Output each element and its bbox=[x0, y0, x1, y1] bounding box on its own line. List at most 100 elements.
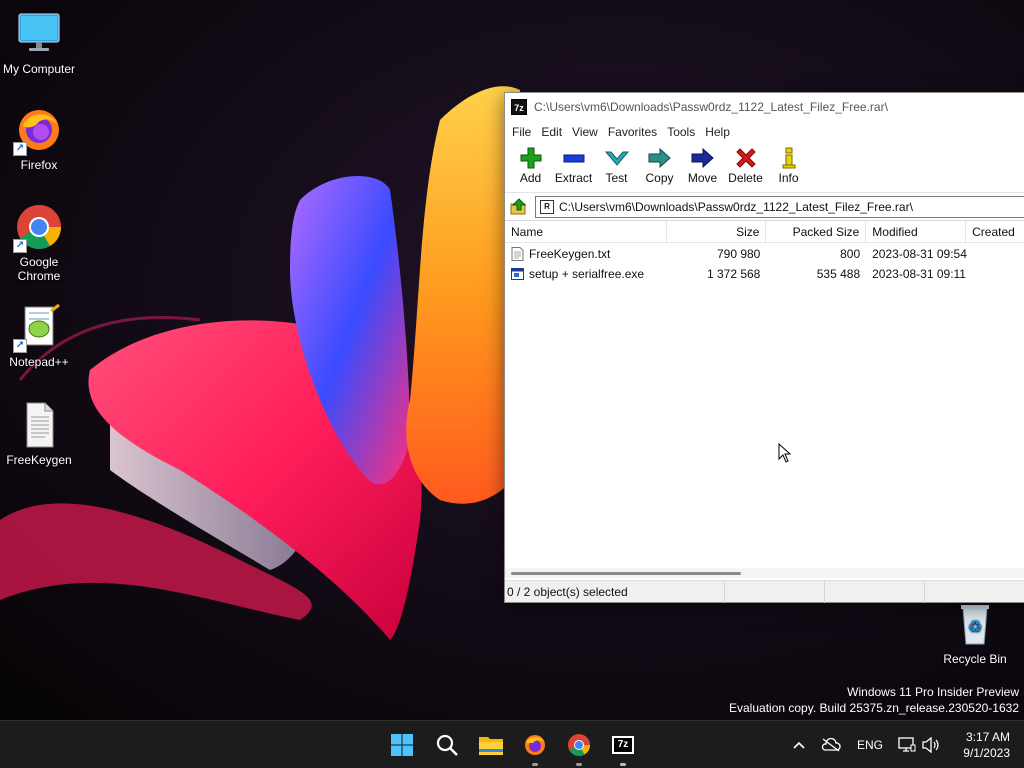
info-icon bbox=[777, 147, 801, 169]
file-name: FreeKeygen.txt bbox=[529, 247, 611, 261]
info-button[interactable]: Info bbox=[767, 143, 810, 185]
volume-button[interactable] bbox=[920, 721, 942, 768]
status-selection: 0 / 2 object(s) selected bbox=[505, 580, 725, 603]
network-icon bbox=[898, 737, 916, 752]
firefox-icon: ↗ bbox=[13, 106, 63, 156]
cloud-offline-icon bbox=[821, 738, 841, 752]
x-icon bbox=[734, 147, 758, 169]
column-size[interactable]: Size bbox=[667, 221, 767, 242]
chevron-up-icon bbox=[793, 741, 805, 749]
onedrive-button[interactable] bbox=[818, 721, 844, 768]
svg-text:♻: ♻ bbox=[968, 617, 982, 636]
folder-up-icon bbox=[510, 197, 527, 214]
status-cell bbox=[825, 580, 925, 603]
search-button[interactable] bbox=[431, 729, 463, 761]
7zip-icon: 7z bbox=[612, 736, 634, 754]
menu-favorites[interactable]: Favorites bbox=[603, 125, 662, 139]
shortcut-arrow-icon: ↗ bbox=[13, 339, 27, 353]
firefox-taskbar-button[interactable] bbox=[519, 729, 551, 766]
desktop-icon-notepadpp[interactable]: ↗ Notepad++ bbox=[1, 303, 77, 369]
menu-tools[interactable]: Tools bbox=[662, 125, 700, 139]
file-list: Name Size Packed Size Modified Created F… bbox=[505, 221, 1024, 568]
clock-date: 9/1/2023 bbox=[963, 746, 1010, 760]
desktop-icon-my-computer[interactable]: My Computer bbox=[1, 10, 77, 76]
start-button[interactable] bbox=[386, 729, 418, 761]
arrow-right-icon bbox=[691, 147, 715, 169]
7zip-app-icon: 7z bbox=[511, 99, 527, 115]
column-created[interactable]: Created bbox=[966, 221, 1024, 242]
menu-edit[interactable]: Edit bbox=[536, 125, 567, 139]
desktop-icon-label: Notepad++ bbox=[9, 355, 69, 369]
desktop-icon-firefox[interactable]: ↗ Firefox bbox=[1, 106, 77, 172]
table-row[interactable]: setup + serialfree.exe 1 372 568 535 488… bbox=[505, 264, 1024, 284]
taskbar: 7z ENG 3:17 AM 9/1/2023 bbox=[0, 720, 1024, 768]
add-label: Add bbox=[519, 171, 542, 185]
menu-file[interactable]: File bbox=[507, 125, 536, 139]
status-cell bbox=[725, 580, 825, 603]
menu-help[interactable]: Help bbox=[700, 125, 735, 139]
mouse-cursor-icon bbox=[778, 443, 792, 463]
check-icon bbox=[604, 147, 629, 169]
watermark-line: Evaluation copy. Build 25375.zn_release.… bbox=[729, 701, 1019, 715]
test-button[interactable]: Test bbox=[595, 143, 638, 185]
info-label: Info bbox=[778, 171, 799, 185]
text-file-icon bbox=[511, 247, 524, 261]
extract-button[interactable]: Extract bbox=[552, 143, 595, 185]
copy-button[interactable]: Copy bbox=[638, 143, 681, 185]
delete-button[interactable]: Delete bbox=[724, 143, 767, 185]
address-bar: R C:\Users\vm6\Downloads\Passw0rdz_1122_… bbox=[505, 193, 1024, 221]
file-name: setup + serialfree.exe bbox=[529, 267, 645, 281]
file-explorer-icon bbox=[479, 737, 503, 755]
minus-icon bbox=[562, 147, 586, 169]
double-arrow-icon bbox=[648, 147, 672, 169]
notepadpp-icon: ↗ bbox=[13, 303, 63, 353]
file-modified: 2023-08-31 09:54 bbox=[872, 247, 967, 261]
chrome-taskbar-button[interactable] bbox=[563, 729, 595, 766]
desktop-icon-recycle-bin[interactable]: ♻ Recycle Bin bbox=[937, 600, 1013, 666]
recycle-bin-icon: ♻ bbox=[951, 600, 999, 648]
desktop-icon-label: My Computer bbox=[2, 62, 76, 76]
column-modified[interactable]: Modified bbox=[866, 221, 967, 242]
toolbar: Add Extract Test Copy Move Delete Info bbox=[505, 143, 1024, 193]
desktop-icon-freekeygen[interactable]: FreeKeygen bbox=[1, 401, 77, 467]
language-indicator[interactable]: ENG bbox=[852, 721, 888, 768]
window-title: C:\Users\vm6\Downloads\Passw0rdz_1122_La… bbox=[534, 100, 888, 114]
path-input[interactable]: R C:\Users\vm6\Downloads\Passw0rdz_1122_… bbox=[535, 195, 1024, 218]
desktop-icon-label: Firefox bbox=[20, 158, 58, 172]
file-explorer-button[interactable] bbox=[475, 729, 507, 761]
clock-time: 3:17 AM bbox=[965, 730, 1010, 744]
file-size: 790 980 bbox=[716, 247, 761, 261]
column-header-row: Name Size Packed Size Modified Created bbox=[505, 221, 1024, 243]
file-packed-size: 535 488 bbox=[816, 267, 861, 281]
menu-bar: File Edit View Favorites Tools Help bbox=[505, 121, 1024, 143]
plus-icon bbox=[519, 147, 543, 169]
clock[interactable]: 3:17 AM 9/1/2023 bbox=[963, 729, 1010, 761]
file-packed-size: 800 bbox=[840, 247, 861, 261]
copy-label: Copy bbox=[645, 171, 674, 185]
7zip-window: 7z C:\Users\vm6\Downloads\Passw0rdz_1122… bbox=[504, 92, 1024, 603]
menu-view[interactable]: View bbox=[567, 125, 603, 139]
network-button[interactable] bbox=[896, 721, 918, 768]
column-packed-size[interactable]: Packed Size bbox=[766, 221, 867, 242]
chrome-icon: ↗ bbox=[13, 203, 63, 253]
running-indicator bbox=[532, 763, 538, 766]
table-row[interactable]: FreeKeygen.txt 790 980 800 2023-08-31 09… bbox=[505, 244, 1024, 264]
text-file-icon bbox=[15, 401, 63, 449]
exe-file-icon bbox=[511, 268, 524, 280]
column-name[interactable]: Name bbox=[505, 221, 667, 242]
7zip-taskbar-button[interactable]: 7z bbox=[607, 729, 639, 766]
search-icon bbox=[436, 734, 458, 756]
show-hidden-icons-button[interactable] bbox=[788, 721, 810, 768]
up-folder-button[interactable] bbox=[509, 197, 529, 217]
desktop-icon-chrome[interactable]: ↗ Google Chrome bbox=[1, 203, 77, 283]
status-cell bbox=[925, 581, 1023, 603]
start-icon bbox=[391, 734, 413, 756]
move-button[interactable]: Move bbox=[681, 143, 724, 185]
add-button[interactable]: Add bbox=[509, 143, 552, 185]
desktop-icon-label: Google Chrome bbox=[17, 255, 61, 283]
scrollbar-thumb[interactable] bbox=[511, 572, 741, 575]
title-bar[interactable]: 7z C:\Users\vm6\Downloads\Passw0rdz_1122… bbox=[505, 93, 1024, 121]
horizontal-scrollbar[interactable] bbox=[505, 568, 1024, 578]
running-indicator bbox=[620, 763, 626, 766]
firefox-icon bbox=[525, 735, 545, 755]
